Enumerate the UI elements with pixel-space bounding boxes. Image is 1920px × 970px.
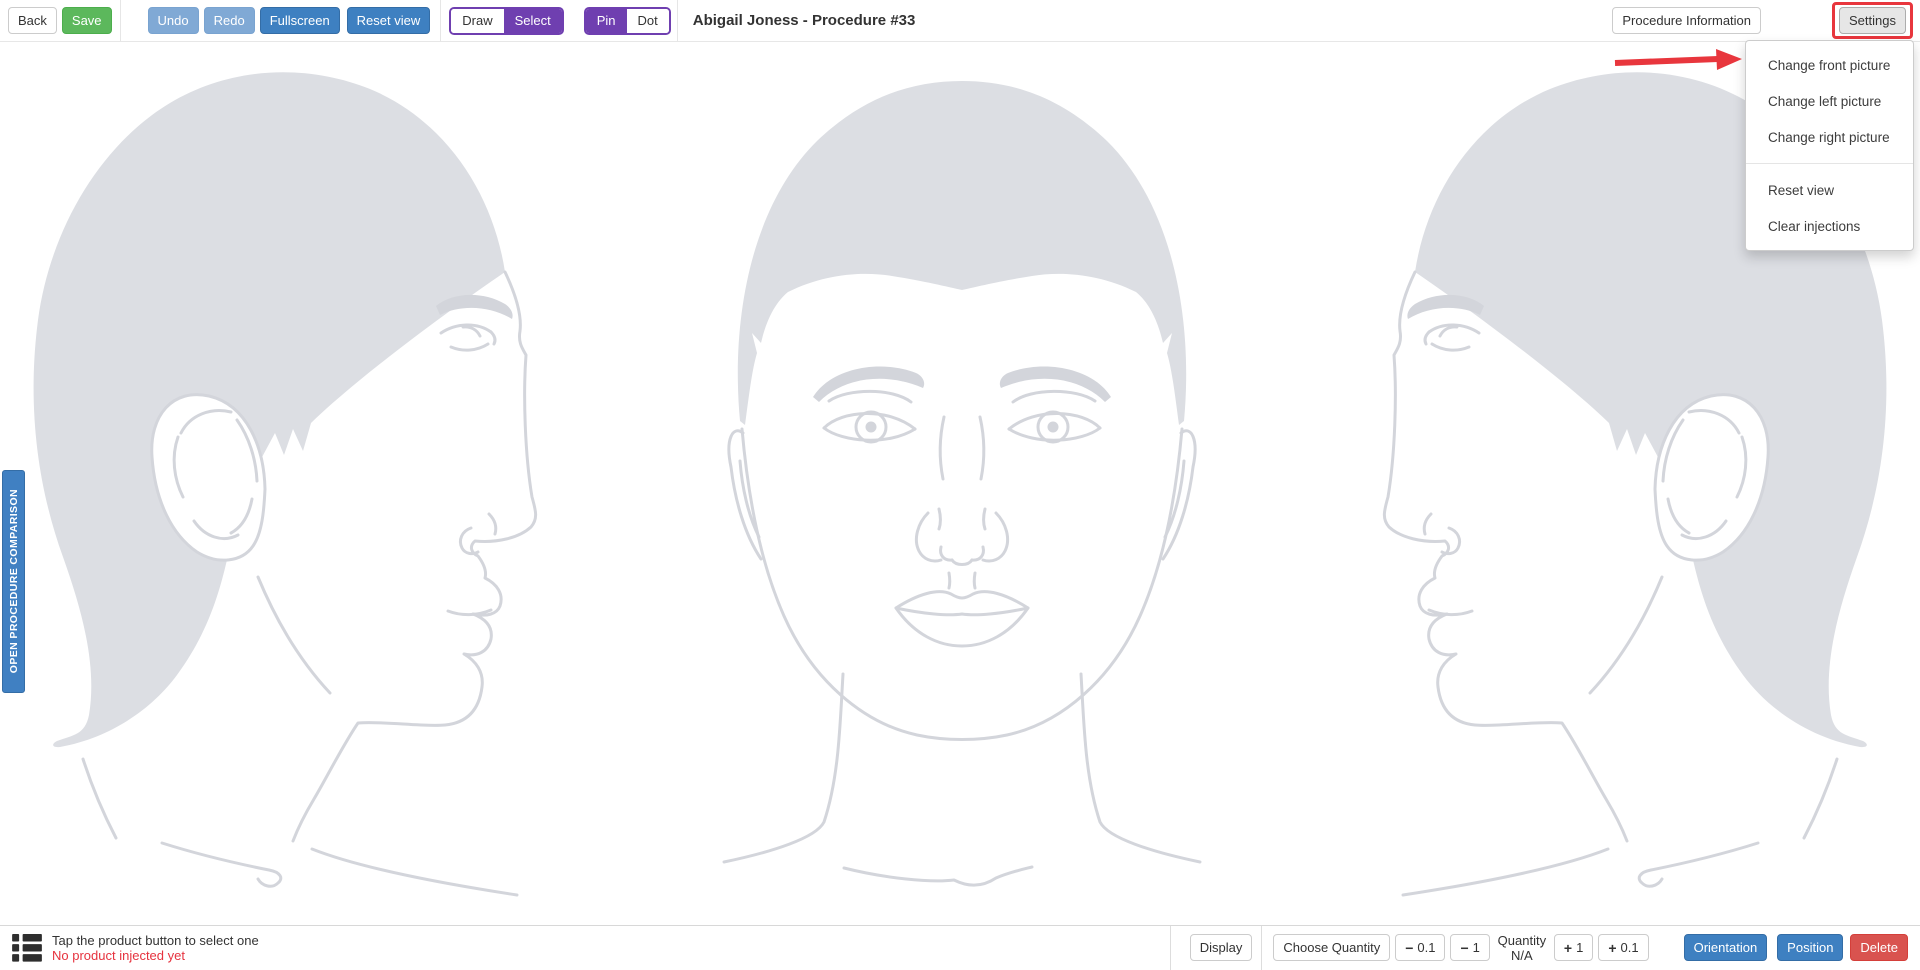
open-procedure-comparison-tab[interactable]: OPEN PROCEDURE COMPARISON [2,470,25,693]
dot-toggle[interactable]: Dot [627,9,669,33]
choose-quantity-button[interactable]: Choose Quantity [1273,934,1390,961]
increase-0-1-button[interactable]: + 0.1 [1598,934,1648,961]
increase-1-label: 1 [1576,940,1583,955]
fullscreen-button[interactable]: Fullscreen [260,7,340,34]
open-procedure-comparison-label: OPEN PROCEDURE COMPARISON [8,489,20,673]
pin-dot-toggle: Pin Dot [584,7,671,35]
minus-icon: − [1460,940,1468,956]
toolbar-divider [1261,926,1262,970]
procedure-information-button[interactable]: Procedure Information [1612,7,1761,34]
pin-toggle[interactable]: Pin [586,9,627,33]
display-button[interactable]: Display [1190,934,1253,961]
eyebrow-shape [1000,367,1111,402]
select-toggle[interactable]: Select [504,9,562,33]
top-toolbar: Back Save Undo Redo Fullscreen Reset vie… [0,0,1920,42]
delete-button[interactable]: Delete [1850,934,1908,961]
draw-toggle[interactable]: Draw [451,9,503,33]
menu-item-change-front-picture[interactable]: Change front picture [1746,47,1913,83]
back-button[interactable]: Back [8,7,57,34]
reset-view-button[interactable]: Reset view [347,7,431,34]
toolbar-divider [677,0,678,42]
menu-divider [1746,163,1913,164]
product-hint-block: Tap the product button to select one No … [52,934,259,962]
hair-shape [738,81,1186,425]
plus-icon: + [1608,940,1616,956]
increase-0-1-label: 0.1 [1621,940,1639,955]
product-hint-text: Tap the product button to select one [52,934,259,947]
bottom-toolbar: Tap the product button to select one No … [0,925,1920,969]
hair-shape [34,72,505,747]
undo-button[interactable]: Undo [148,7,199,34]
menu-item-change-left-picture[interactable]: Change left picture [1746,83,1913,119]
decrease-1-label: 1 [1473,940,1480,955]
toolbar-divider [1170,926,1171,970]
front-face-illustration[interactable] [722,65,1202,925]
redo-button[interactable]: Redo [204,7,255,34]
settings-button[interactable]: Settings [1839,7,1906,34]
settings-dropdown-menu: Change front picture Change left picture… [1745,40,1914,251]
page-title: Abigail Joness - Procedure #33 [693,12,916,29]
menu-item-reset-view[interactable]: Reset view [1746,172,1913,208]
toolbar-divider [440,0,441,42]
orientation-button[interactable]: Orientation [1684,934,1768,961]
decrease-1-button[interactable]: − 1 [1450,934,1489,961]
draw-select-toggle: Draw Select [449,7,563,35]
injection-canvas[interactable] [0,43,1920,925]
menu-item-clear-injections[interactable]: Clear injections [1746,208,1913,244]
quantity-value: N/A [1490,948,1554,963]
plus-icon: + [1564,940,1572,956]
decrease-0-1-button[interactable]: − 0.1 [1395,934,1445,961]
toolbar-divider [120,0,121,42]
menu-item-change-right-picture[interactable]: Change right picture [1746,119,1913,155]
product-status-text: No product injected yet [52,949,259,962]
save-button[interactable]: Save [62,7,112,34]
minus-icon: − [1405,940,1413,956]
red-arrow-annotation [1612,46,1744,74]
decrease-0-1-label: 0.1 [1417,940,1435,955]
position-button[interactable]: Position [1777,934,1843,961]
left-profile-face-illustration[interactable] [25,65,665,925]
quantity-label: Quantity [1490,933,1554,948]
increase-1-button[interactable]: + 1 [1554,934,1593,961]
product-list-icon[interactable] [12,934,42,962]
quantity-readout: Quantity N/A [1490,933,1554,963]
eyebrow-shape [813,367,924,402]
